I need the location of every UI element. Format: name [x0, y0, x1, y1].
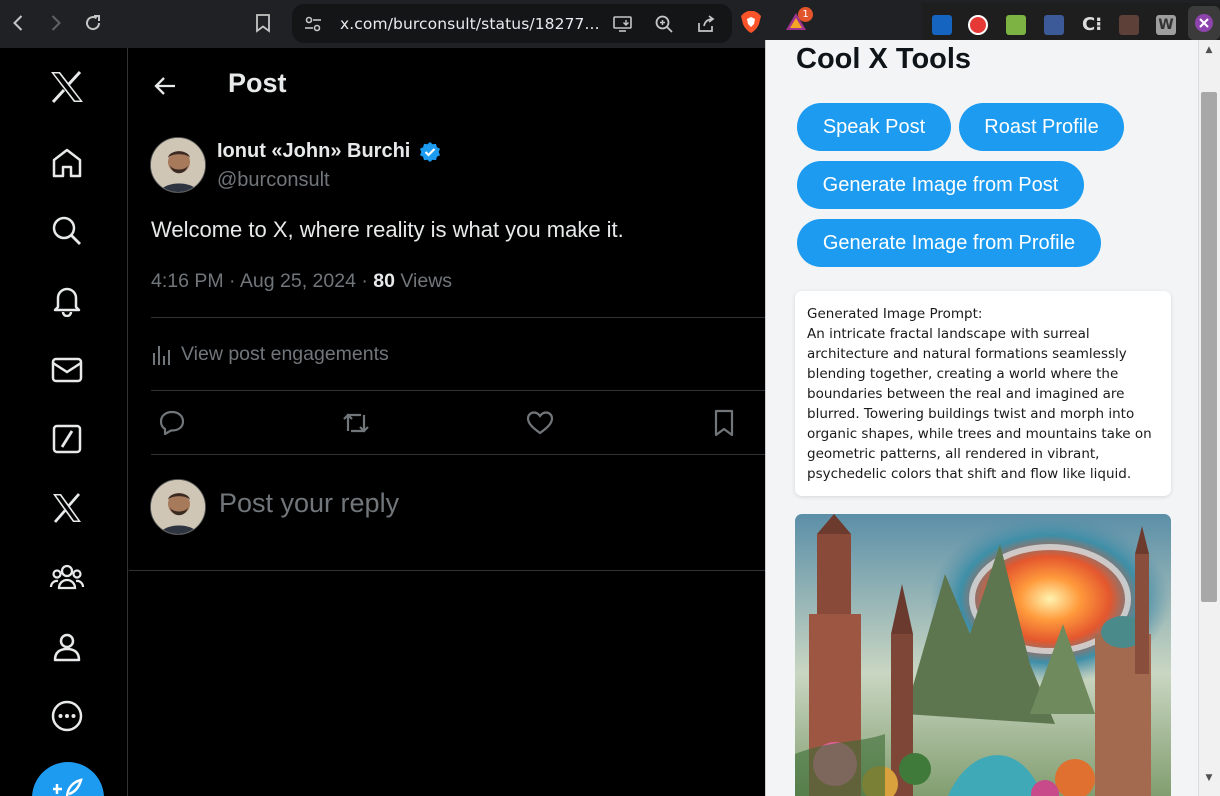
prompt-card: Generated Image Prompt: An intricate fra…	[795, 291, 1171, 496]
brave-rewards-badge: 1	[798, 7, 813, 22]
w-extension-icon[interactable]: W	[1156, 15, 1176, 35]
profile-icon[interactable]	[48, 628, 86, 666]
generate-image-from-profile-button[interactable]: Generate Image from Profile	[797, 219, 1101, 267]
messages-icon[interactable]	[48, 351, 86, 389]
bookmark-icon[interactable]	[248, 8, 278, 38]
analytics-icon	[153, 345, 170, 365]
post-time[interactable]: 4:16 PM	[151, 270, 224, 292]
view-engagements-link[interactable]: View post engagements	[151, 343, 389, 366]
post-meta: 4:16 PM · Aug 25, 2024 · 80 Views	[151, 270, 453, 292]
c-extension-icon[interactable]: C⁝	[1082, 15, 1102, 35]
reply-avatar	[150, 479, 206, 535]
back-icon[interactable]	[4, 8, 34, 38]
author-handle[interactable]: @burconsult	[217, 169, 330, 192]
avatar-extension-icon[interactable]	[1119, 15, 1139, 35]
cool-x-tools-panel: Cool X Tools Speak Post Roast Profile Ge…	[765, 40, 1198, 796]
reload-icon[interactable]	[78, 8, 108, 38]
reader-extension-icon[interactable]	[932, 15, 952, 35]
notifications-icon[interactable]	[48, 281, 86, 319]
bookmark-post-icon[interactable]	[709, 408, 739, 438]
speak-post-button[interactable]: Speak Post	[797, 103, 951, 151]
roast-profile-button[interactable]: Roast Profile	[959, 103, 1124, 151]
cool-x-tools-extension-icon[interactable]	[1188, 6, 1220, 40]
like-icon[interactable]	[525, 408, 555, 438]
more-icon[interactable]	[48, 697, 86, 735]
divider	[151, 317, 765, 318]
zoom-icon[interactable]	[653, 13, 675, 35]
record-extension-icon[interactable]	[968, 15, 988, 35]
scroll-up-icon[interactable]: ▲	[1203, 44, 1215, 56]
prompt-label: Generated Image Prompt:	[807, 306, 983, 322]
engagements-label: View post engagements	[181, 343, 389, 365]
back-arrow-icon[interactable]	[151, 72, 179, 100]
views-label: Views	[400, 270, 453, 292]
scroll-down-icon[interactable]: ▼	[1203, 772, 1215, 784]
page-title: Post	[228, 68, 287, 98]
address-bar[interactable]: x.com/burconsult/status/18277...	[292, 4, 732, 43]
reply-input[interactable]: Post your reply	[219, 488, 399, 519]
install-app-icon[interactable]	[612, 13, 634, 35]
x-sidebar	[0, 48, 128, 796]
views-count: 80	[373, 270, 395, 292]
extensions-area: C⁝ W	[922, 3, 1220, 45]
scrollbar-thumb[interactable]	[1201, 92, 1217, 602]
divider	[151, 454, 765, 455]
x-logo-icon[interactable]	[48, 68, 86, 106]
generate-image-from-post-button[interactable]: Generate Image from Post	[797, 161, 1084, 209]
author-avatar[interactable]	[150, 137, 206, 193]
author-name[interactable]: Ionut «John» Burchi	[217, 140, 410, 163]
compose-icon	[53, 778, 83, 796]
panel-title: Cool X Tools	[796, 43, 972, 75]
post-date[interactable]: Aug 25, 2024	[240, 270, 356, 292]
explore-icon[interactable]	[48, 212, 86, 250]
forward-icon[interactable]	[40, 8, 70, 38]
tab-manager-extension-icon[interactable]	[1044, 15, 1064, 35]
post-text: Welcome to X, where reality is what you …	[151, 217, 624, 242]
share-icon[interactable]	[695, 13, 717, 35]
site-info-icon[interactable]	[302, 13, 324, 35]
communities-icon[interactable]	[48, 558, 86, 596]
grok-icon[interactable]	[48, 420, 86, 458]
repost-icon[interactable]	[341, 408, 371, 438]
premium-x-icon[interactable]	[48, 489, 86, 527]
divider	[129, 570, 765, 571]
home-icon[interactable]	[48, 144, 86, 182]
divider	[151, 390, 765, 391]
verified-badge-icon	[420, 142, 440, 162]
brave-shields-icon[interactable]	[740, 10, 762, 34]
green-extension-icon[interactable]	[1006, 15, 1026, 35]
reply-icon[interactable]	[157, 408, 187, 438]
post-column: Post Ionut «John» Burchi @burconsult Wel…	[129, 48, 765, 796]
prompt-text: An intricate fractal landscape with surr…	[807, 326, 1152, 482]
url-text[interactable]: x.com/burconsult/status/18277...	[340, 15, 600, 33]
generated-image[interactable]	[795, 514, 1171, 796]
